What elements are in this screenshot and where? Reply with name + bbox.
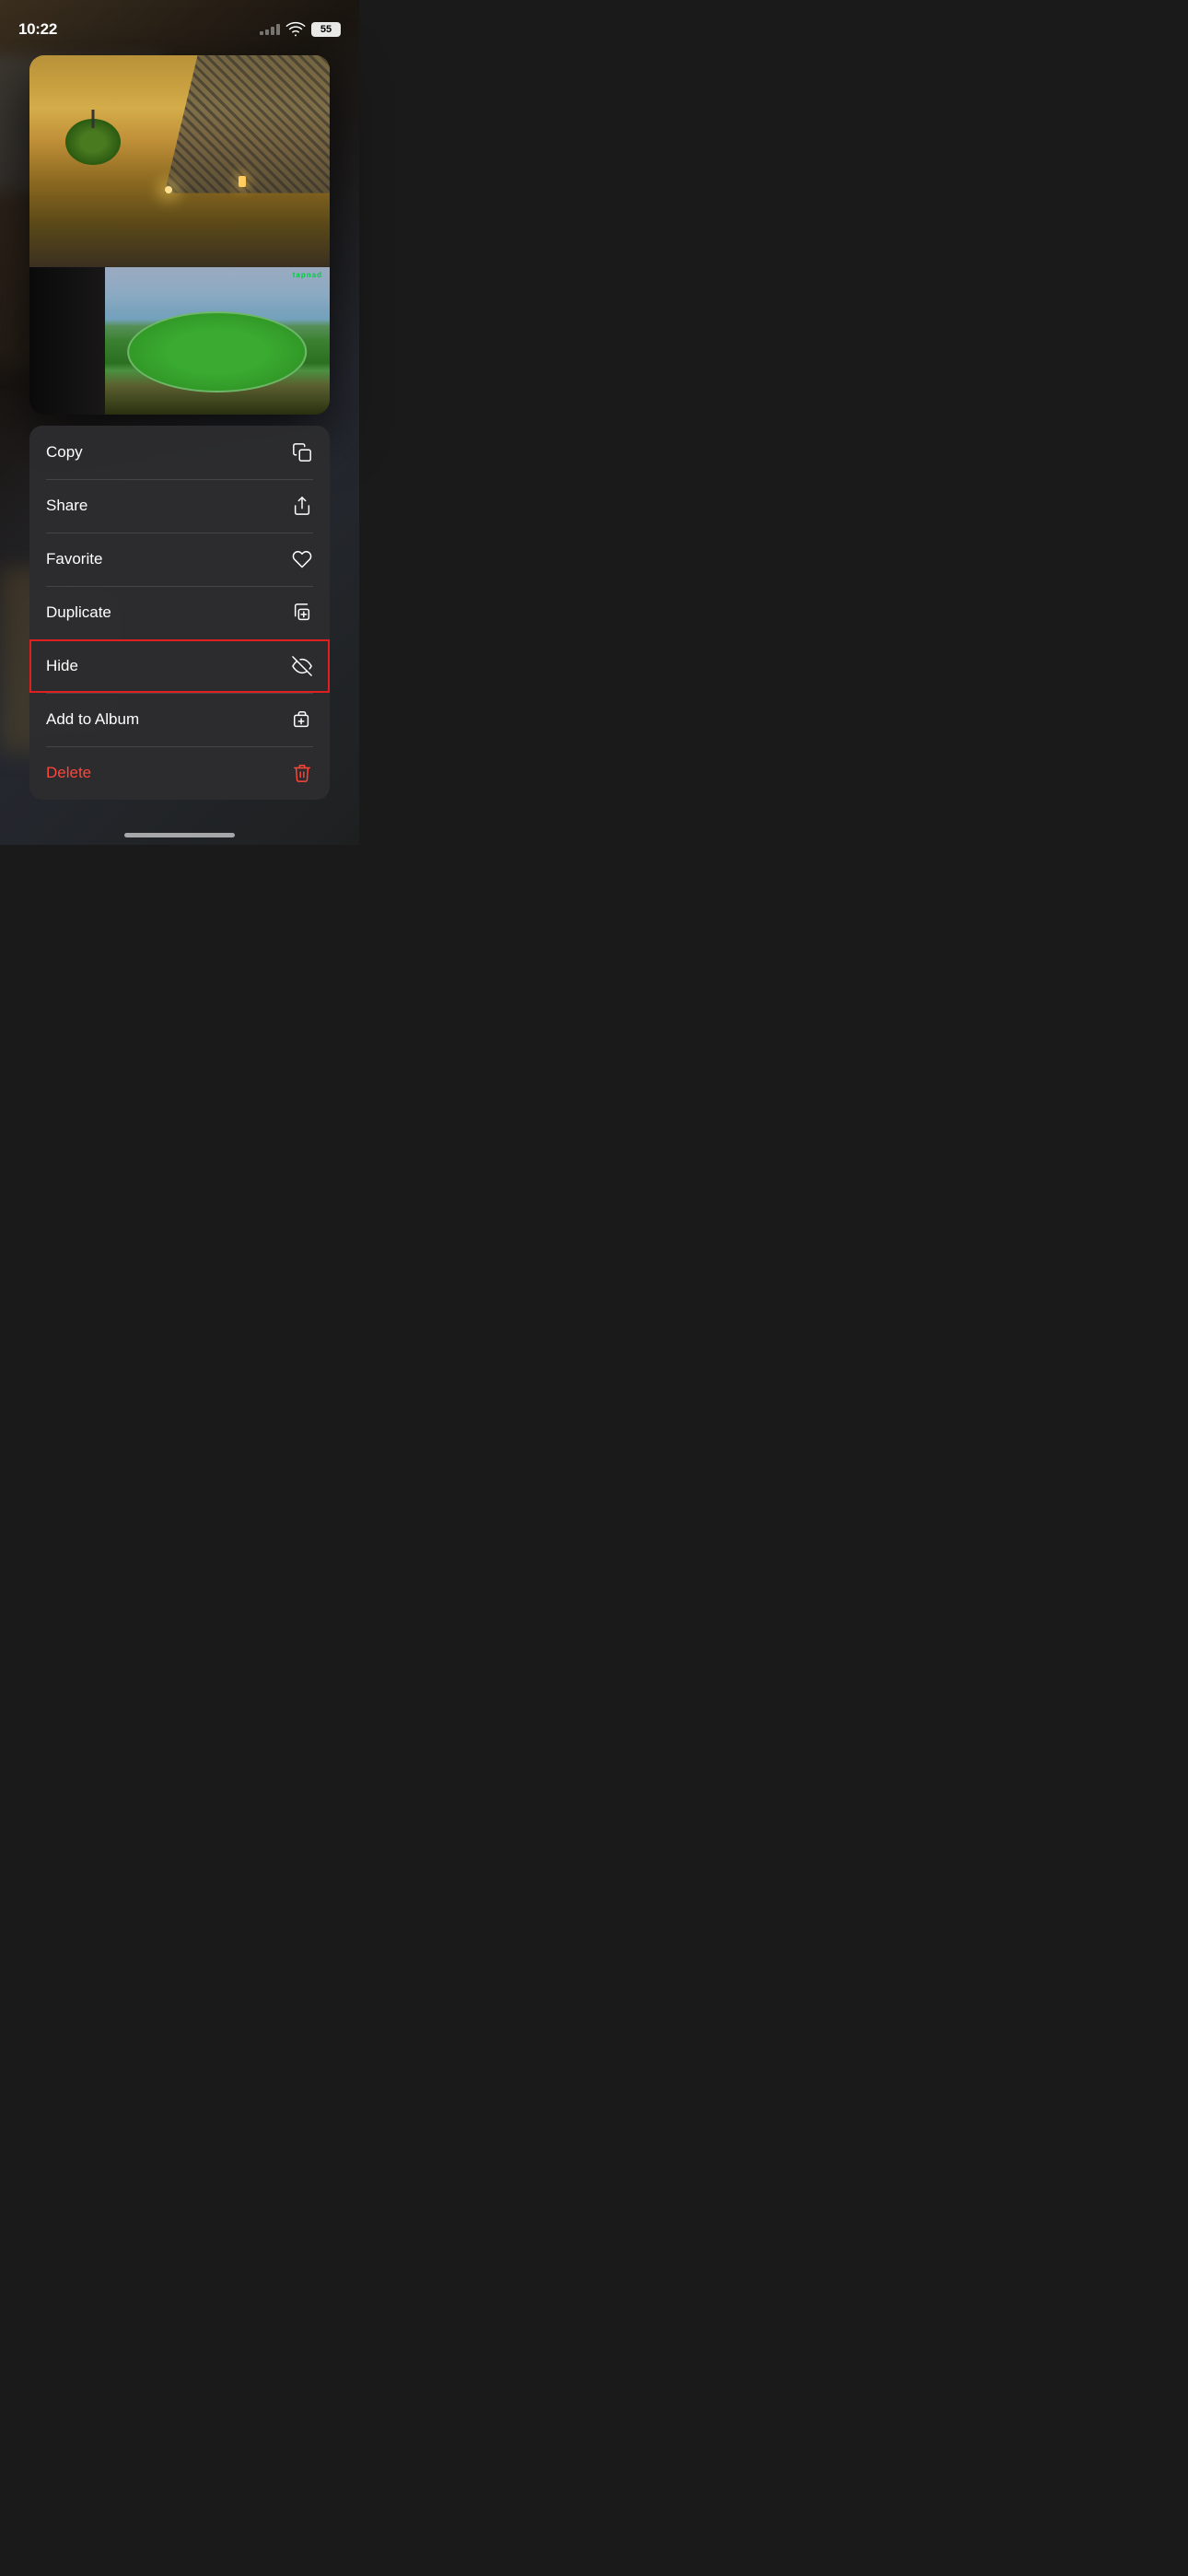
copy-menu-item[interactable]: Copy <box>29 426 330 479</box>
share-icon <box>291 495 313 517</box>
main-content: tapnad Copy Share <box>0 46 359 800</box>
add-to-album-label: Add to Album <box>46 710 139 729</box>
hide-icon <box>291 655 313 677</box>
share-menu-item[interactable]: Share <box>29 479 330 533</box>
photo-upper <box>29 55 330 267</box>
status-icons: 55 <box>260 18 341 41</box>
share-label: Share <box>46 497 87 515</box>
battery-indicator: 55 <box>311 22 341 37</box>
add-album-icon <box>291 708 313 731</box>
delete-label: Delete <box>46 764 91 782</box>
copy-label: Copy <box>46 443 83 462</box>
status-bar: 10:22 55 <box>0 0 359 46</box>
photo-lower: tapnad <box>29 267 330 415</box>
hide-label: Hide <box>46 657 78 675</box>
duplicate-label: Duplicate <box>46 603 111 622</box>
duplicate-menu-item[interactable]: Duplicate <box>29 586 330 639</box>
home-indicator <box>0 818 359 845</box>
signal-icon <box>260 24 280 35</box>
heart-icon <box>291 548 313 570</box>
copy-icon <box>291 441 313 463</box>
favorite-menu-item[interactable]: Favorite <box>29 533 330 586</box>
wifi-icon <box>285 18 306 41</box>
hide-menu-item[interactable]: Hide <box>29 639 330 693</box>
delete-menu-item[interactable]: Delete <box>29 746 330 800</box>
favorite-label: Favorite <box>46 550 102 568</box>
home-bar <box>124 833 235 837</box>
tv-logo: tapnad <box>293 271 322 279</box>
photo-card[interactable]: tapnad <box>29 55 330 415</box>
context-menu: Copy Share Favorite <box>29 426 330 800</box>
add-to-album-menu-item[interactable]: Add to Album <box>29 693 330 746</box>
duplicate-icon <box>291 602 313 624</box>
status-time: 10:22 <box>18 20 57 39</box>
trash-icon <box>291 762 313 784</box>
